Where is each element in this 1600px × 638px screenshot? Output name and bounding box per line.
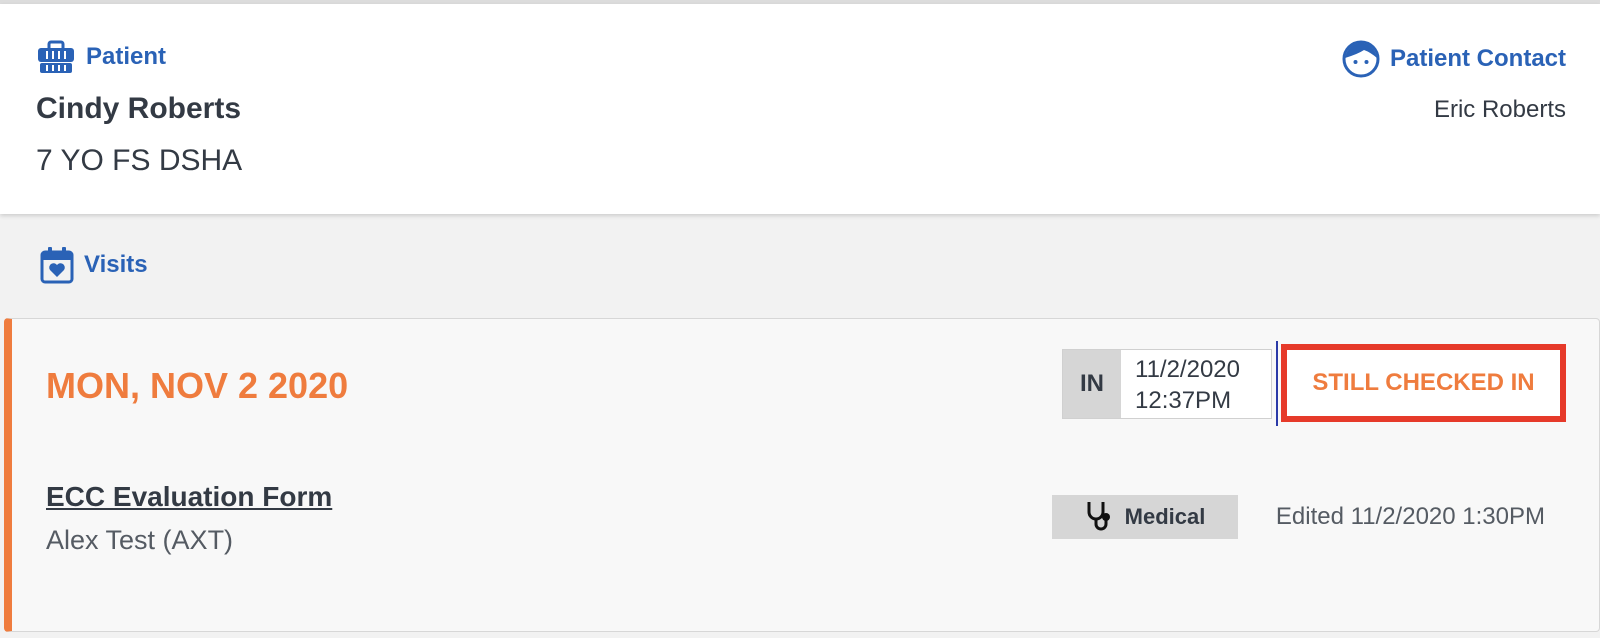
- patient-heading: Patient: [36, 40, 166, 74]
- checkin-box: IN 11/2/2020 12:37PM: [1062, 349, 1272, 419]
- checkin-timestamp: 11/2/2020 12:37PM: [1121, 350, 1271, 418]
- patient-name: Cindy Roberts: [36, 92, 242, 125]
- visits-heading: Visits: [40, 246, 148, 284]
- contact-name: Eric Roberts: [1433, 96, 1566, 123]
- visits-heading-label: Visits: [84, 251, 148, 278]
- patient-contact-label: Patient Contact: [1389, 45, 1566, 72]
- calendar-heart-icon: [40, 246, 74, 284]
- pet-carrier-icon: [36, 40, 76, 74]
- status-button-wrapper: STILL CHECKED IN: [1276, 341, 1566, 426]
- patient-description: 7 YO FS DSHA: [36, 144, 243, 177]
- visit-date: MON, NOV 2 2020: [46, 365, 349, 406]
- category-label: Medical: [1124, 504, 1206, 529]
- form-author: Alex Test (AXT): [46, 525, 234, 555]
- patient-contact-heading: Patient Contact: [1342, 40, 1566, 78]
- visit-card: MON, NOV 2 2020 IN 11/2/2020 12:37PM STI…: [4, 318, 1600, 632]
- still-checked-in-button[interactable]: STILL CHECKED IN: [1281, 344, 1566, 422]
- patient-heading-label: Patient: [86, 43, 167, 70]
- stethoscope-icon: [1085, 500, 1115, 534]
- face-icon: [1342, 40, 1380, 78]
- category-badge: Medical: [1052, 495, 1238, 539]
- edited-timestamp: Edited 11/2/2020 1:30PM: [1275, 503, 1545, 530]
- form-title-link[interactable]: ECC Evaluation Form: [46, 481, 332, 513]
- patient-card: Patient Cindy Roberts 7 YO FS DSHA Patie…: [0, 4, 1600, 214]
- checkin-time: 12:37PM: [1135, 387, 1232, 414]
- checkin-date: 11/2/2020: [1135, 356, 1240, 383]
- checkin-label: IN: [1063, 350, 1121, 418]
